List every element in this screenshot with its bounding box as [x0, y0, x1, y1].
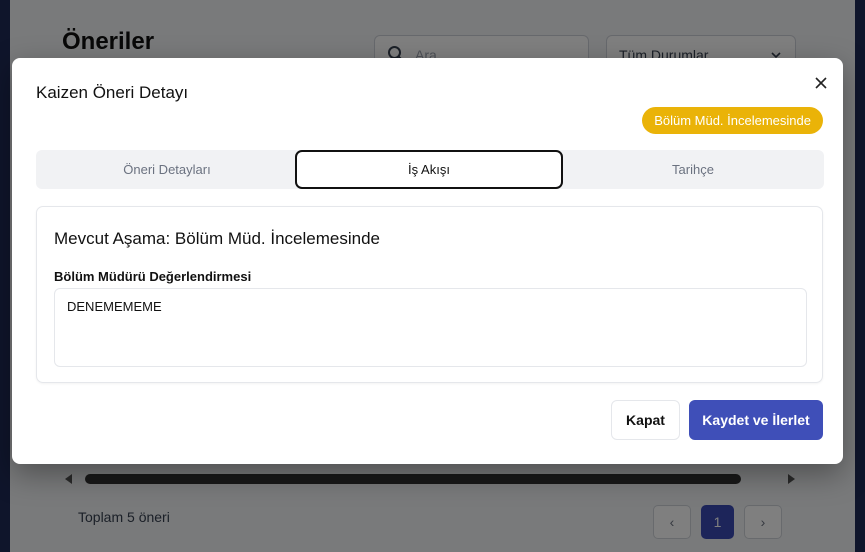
- status-badge: Bölüm Müd. İncelemesinde: [642, 107, 823, 134]
- workflow-panel: Mevcut Aşama: Bölüm Müd. İncelemesinde B…: [36, 206, 823, 383]
- tab-bar: Öneri Detayları Tarihçe İş Akışı: [36, 150, 824, 189]
- save-and-advance-button[interactable]: Kaydet ve İlerlet: [689, 400, 823, 440]
- kaizen-detail-modal: Kaizen Öneri Detayı Bölüm Müd. İncelemes…: [12, 58, 843, 464]
- close-icon[interactable]: [811, 73, 831, 93]
- tab-suggestion-details[interactable]: Öneri Detayları: [36, 150, 298, 189]
- evaluation-textarea[interactable]: DENEMEMEME: [54, 288, 807, 367]
- evaluation-label: Bölüm Müdürü Değerlendirmesi: [54, 269, 252, 284]
- close-button[interactable]: Kapat: [611, 400, 680, 440]
- tab-workflow[interactable]: İş Akışı: [295, 150, 563, 189]
- current-stage-title: Mevcut Aşama: Bölüm Müd. İncelemesinde: [54, 229, 380, 248]
- tab-history[interactable]: Tarihçe: [562, 150, 824, 189]
- modal-title: Kaizen Öneri Detayı: [36, 83, 189, 102]
